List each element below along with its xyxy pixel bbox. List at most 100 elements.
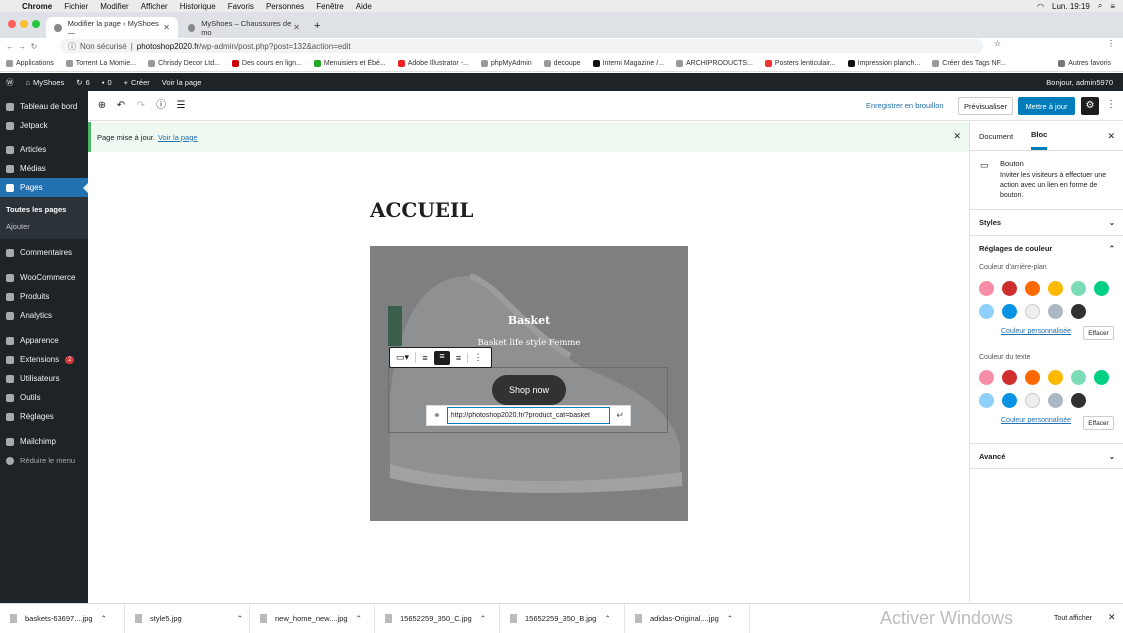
clock[interactable]: Lun. 19:19: [1052, 2, 1090, 11]
align-right-icon[interactable]: ≡: [450, 352, 468, 363]
color-swatch[interactable]: [1094, 370, 1109, 385]
url-field[interactable]: ⓘ Non sécurisé | photoshop2020.fr /wp-ad…: [60, 39, 983, 53]
color-settings-section[interactable]: Réglages de couleur ⌃: [970, 235, 1123, 261]
menu-fichier[interactable]: Fichier: [64, 2, 88, 11]
align-left-icon[interactable]: ≡: [416, 353, 434, 363]
align-center-icon[interactable]: ≡: [434, 350, 450, 365]
close-window-icon[interactable]: [8, 20, 16, 28]
save-draft-button[interactable]: Enregistrer en brouillon: [866, 101, 944, 110]
color-swatch[interactable]: [979, 370, 994, 385]
back-icon[interactable]: ←: [4, 42, 16, 51]
updates-link[interactable]: ↻ 6: [76, 78, 89, 87]
download-item[interactable]: 15652259_350_B.jpg ⌃: [500, 603, 625, 633]
bookmark-item[interactable]: Torrent La Momie...: [65, 59, 136, 67]
download-item[interactable]: adidas-Original....jpg ⌃: [625, 603, 750, 633]
block-type-icon[interactable]: ▭▾: [390, 352, 416, 363]
bookmark-item[interactable]: ARCHIPRODUCTS...: [676, 59, 753, 67]
update-button[interactable]: Mettre à jour: [1018, 97, 1075, 115]
color-swatch[interactable]: [1002, 281, 1017, 296]
bookmark-star-icon[interactable]: ☆: [994, 39, 1001, 48]
other-bookmarks[interactable]: Autres favoris: [1058, 59, 1111, 67]
tab-block[interactable]: Bloc: [1031, 122, 1048, 150]
sidebar-item-pages[interactable]: Pages: [0, 178, 88, 197]
more-icon[interactable]: ⋮: [1107, 39, 1115, 48]
menu-fenetre[interactable]: Fenêtre: [316, 2, 344, 11]
page-title[interactable]: ACCUEIL: [370, 198, 473, 222]
reload-icon[interactable]: ↻: [28, 42, 40, 51]
color-swatch[interactable]: [1025, 370, 1040, 385]
custom-text-color-link[interactable]: Couleur personnalisée: [1001, 417, 1071, 424]
custom-bg-color-link[interactable]: Couleur personnalisée: [1001, 328, 1071, 335]
sidebar-item-jetpack[interactable]: Jetpack: [0, 116, 88, 135]
color-swatch[interactable]: [979, 304, 994, 319]
menu-modifier[interactable]: Modifier: [100, 2, 128, 11]
bookmark-item[interactable]: Menuisiers et Ébé...: [313, 59, 386, 67]
close-icon[interactable]: ✕: [1107, 131, 1115, 142]
account-greeting[interactable]: Bonjour, admin5970: [1046, 78, 1123, 87]
sidebar-item-mailchimp[interactable]: Mailchimp: [0, 432, 88, 451]
comments-link[interactable]: ▪ 0: [102, 78, 112, 87]
bookmark-item[interactable]: Des cours en lign...: [231, 59, 302, 67]
menu-list-icon[interactable]: ≡: [1110, 2, 1115, 11]
bookmark-item[interactable]: Applications: [6, 59, 54, 67]
notice-view-page-link[interactable]: Voir la page: [158, 133, 198, 142]
minimize-window-icon[interactable]: [20, 20, 28, 28]
bookmark-item[interactable]: Impression planch...: [847, 59, 920, 67]
color-swatch[interactable]: [1048, 304, 1063, 319]
bookmark-item[interactable]: Posters lenticulair...: [764, 59, 836, 67]
clear-text-color-button[interactable]: Effacer: [1083, 416, 1114, 430]
apply-enter-icon[interactable]: ↵: [610, 410, 630, 421]
color-swatch[interactable]: [1002, 393, 1017, 408]
maximize-window-icon[interactable]: [32, 20, 40, 28]
sidebar-item-articles[interactable]: Articles: [0, 140, 88, 159]
bookmark-item[interactable]: Créer des Tags NF...: [932, 59, 1006, 67]
redo-icon[interactable]: ↷: [135, 100, 147, 112]
show-all-downloads-button[interactable]: Tout afficher: [1046, 610, 1100, 626]
bookmark-item[interactable]: decoupe: [543, 59, 581, 67]
sidebar-collapse[interactable]: Réduire le menu: [0, 451, 88, 470]
bookmark-item[interactable]: Interni Magazine /...: [592, 59, 664, 67]
color-swatch[interactable]: [1002, 370, 1017, 385]
download-item[interactable]: baskets-63697....jpg ⌃: [0, 603, 125, 633]
color-swatch[interactable]: [1025, 393, 1040, 408]
tab-myshoes[interactable]: MyShoes – Chaussures de mo ✕: [180, 17, 308, 38]
shop-now-button[interactable]: Shop now: [492, 375, 566, 405]
site-link[interactable]: ⌂ MyShoes: [26, 78, 65, 87]
info-icon[interactable]: ⓘ: [155, 100, 167, 112]
settings-gear-icon[interactable]: ⚙: [1081, 97, 1099, 115]
search-icon[interactable]: ⌕: [1098, 1, 1102, 11]
color-swatch[interactable]: [1048, 281, 1063, 296]
bookmark-item[interactable]: Chrisdy Decor Ltd...: [148, 59, 220, 67]
more-options-icon[interactable]: ⋮: [1106, 99, 1116, 110]
sidebar-item-media[interactable]: Médias: [0, 159, 88, 178]
tab-document[interactable]: Document: [979, 122, 1013, 150]
wordpress-icon[interactable]: Ⓦ: [6, 77, 14, 88]
tab-edit-page[interactable]: Modifier la page ‹ MyShoes — ✕: [46, 17, 178, 38]
color-swatch[interactable]: [1025, 304, 1040, 319]
new-tab-icon[interactable]: +: [314, 20, 320, 32]
view-page-link[interactable]: Voir la page: [162, 78, 202, 87]
color-swatch[interactable]: [979, 281, 994, 296]
color-swatch[interactable]: [1048, 393, 1063, 408]
menu-personnes[interactable]: Personnes: [266, 2, 304, 11]
forward-icon[interactable]: →: [16, 42, 28, 51]
download-item[interactable]: 15652259_350_C.jpg ⌃: [375, 603, 500, 633]
submenu-add[interactable]: Ajouter: [0, 218, 88, 235]
sidebar-item-comments[interactable]: Commentaires: [0, 243, 88, 262]
url-input[interactable]: [446, 407, 611, 424]
clear-bg-color-button[interactable]: Effacer: [1083, 326, 1114, 340]
menu-favoris[interactable]: Favoris: [228, 2, 254, 11]
sidebar-item-analytics[interactable]: Analytics: [0, 306, 88, 325]
undo-icon[interactable]: ↶: [115, 100, 127, 112]
more-options-icon[interactable]: ⋮: [468, 352, 488, 363]
sidebar-item-dashboard[interactable]: Tableau de bord: [0, 97, 88, 116]
close-icon[interactable]: ✕: [953, 131, 961, 142]
preview-button[interactable]: Prévisualiser: [958, 97, 1013, 115]
menu-historique[interactable]: Historique: [180, 2, 216, 11]
sidebar-item-tools[interactable]: Outils: [0, 388, 88, 407]
add-block-icon[interactable]: ⊕: [96, 100, 108, 112]
color-swatch[interactable]: [1071, 393, 1086, 408]
color-swatch[interactable]: [1071, 281, 1086, 296]
color-swatch[interactable]: [1025, 281, 1040, 296]
color-swatch[interactable]: [1002, 304, 1017, 319]
